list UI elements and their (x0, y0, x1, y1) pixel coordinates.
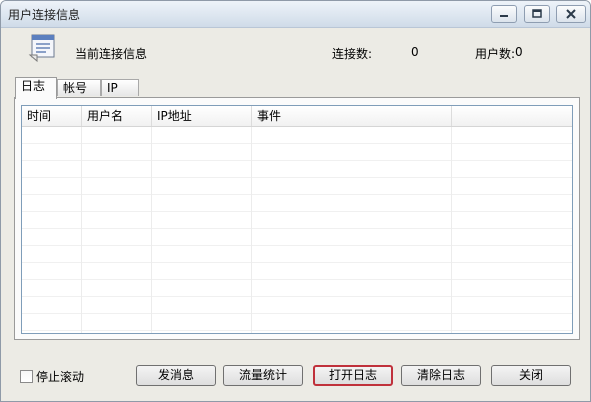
column-header-time[interactable]: 时间 (22, 106, 82, 126)
tab-account[interactable]: 帐号 (57, 79, 101, 96)
send-message-button[interactable]: 发消息 (136, 365, 216, 386)
current-connection-title: 当前连接信息 (75, 47, 148, 61)
connection-summary: 当前连接信息 连接数: 0 用户数: 0 (1, 28, 590, 74)
column-header-username[interactable]: 用户名 (82, 106, 152, 126)
open-log-button[interactable]: 打开日志 (313, 365, 393, 386)
close-icon (566, 9, 576, 19)
stop-scroll-checkbox[interactable] (20, 370, 33, 383)
connections-label: 连接数: (332, 47, 373, 61)
title-bar[interactable]: 用户连接信息 (1, 1, 590, 28)
column-header-ip-address[interactable]: IP地址 (152, 106, 252, 126)
log-list[interactable]: 时间 用户名 IP地址 事件 (21, 105, 573, 334)
log-list-header: 时间 用户名 IP地址 事件 (22, 106, 572, 127)
maximize-icon (532, 9, 542, 18)
tab-log[interactable]: 日志 (15, 77, 57, 99)
close-window-button[interactable] (556, 5, 586, 23)
users-count: 0 (515, 45, 523, 59)
column-header-event[interactable]: 事件 (252, 106, 452, 126)
users-label: 用户数: (475, 47, 516, 61)
window-title: 用户连接信息 (8, 8, 81, 22)
user-connection-window: 用户连接信息 当前连接信息 连接数: 0 用户数: 0 日志 帐号 IP 时间 … (0, 0, 591, 402)
column-header-filler (452, 106, 572, 126)
stop-scroll-label[interactable]: 停止滚动 (36, 368, 84, 385)
log-tab-panel: 时间 用户名 IP地址 事件 (14, 97, 580, 340)
log-list-body[interactable] (22, 127, 572, 333)
traffic-stats-button[interactable]: 流量统计 (223, 365, 303, 386)
user-list-icon (28, 34, 55, 63)
connections-count: 0 (411, 45, 419, 59)
clear-log-button[interactable]: 清除日志 (401, 365, 481, 386)
close-button[interactable]: 关闭 (491, 365, 571, 386)
tab-ip[interactable]: IP (101, 79, 139, 96)
maximize-button[interactable] (524, 5, 550, 23)
minimize-button[interactable] (491, 5, 517, 23)
dialog-footer: 停止滚动 发消息 流量统计 打开日志 清除日志 关闭 (1, 356, 590, 396)
minimize-icon (500, 15, 508, 17)
